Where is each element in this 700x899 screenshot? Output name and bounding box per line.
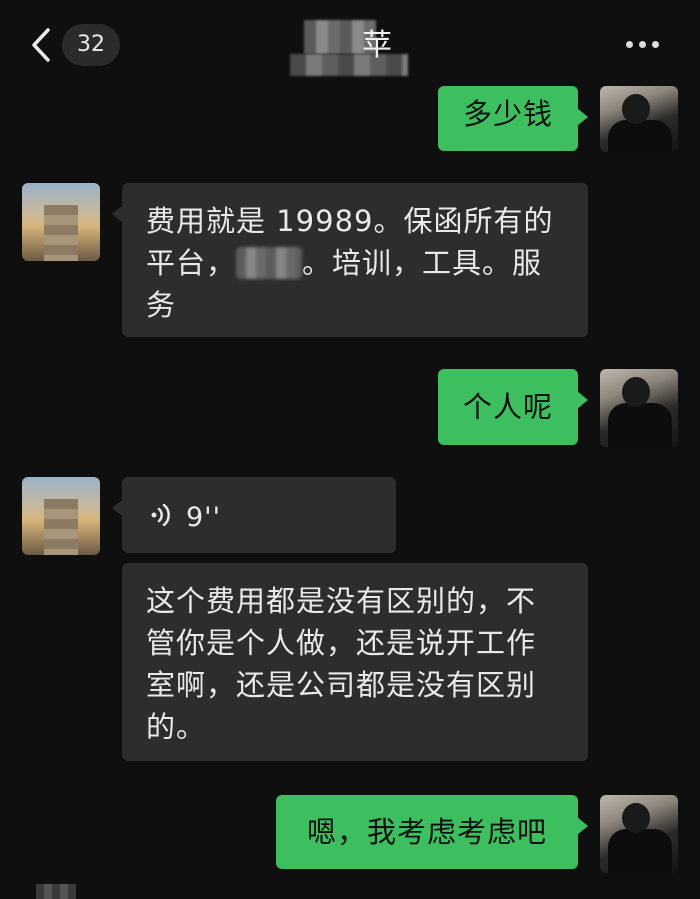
contact-avatar[interactable] [22,477,100,555]
chevron-left-icon [32,28,50,62]
message-text: 多少钱 [462,97,553,131]
my-avatar[interactable] [600,86,678,152]
voice-wave-icon [151,504,170,526]
chat-title-text: 苹 [362,28,392,63]
message-line: 的。 [146,710,207,744]
my-message-bubble[interactable]: 多少钱 [438,86,588,151]
contact-message-bubble[interactable]: 这个费用都是没有区别的，不 管你是个人做，还是说开工作 室啊，还是公司都是没有区… [122,563,588,761]
next-avatar-partial [36,884,76,899]
message-text: 嗯，我考虑考虑吧 [306,815,547,849]
contact-message-bubble[interactable]: 费用就是 19989。保函所有的 平台， 。培训，工具。服 务 [112,183,588,337]
message-line: 室啊，还是公司都是没有区别 [146,668,537,702]
back-button[interactable] [26,22,66,68]
redacted-blur [236,247,303,279]
my-avatar[interactable] [600,795,678,873]
contact-avatar[interactable] [22,183,100,261]
message-line: 务 [146,288,177,322]
chat-header: 32 苹 [0,0,700,86]
unread-count-badge[interactable]: 32 [62,24,120,66]
message-line: 费用就是 19989。保函所有的 [146,204,554,238]
chat-title: 苹 [290,14,410,76]
my-avatar[interactable] [600,369,678,447]
message-line: 这个费用都是没有区别的，不 [146,584,537,618]
message-line: 管你是个人做，还是说开工作 [146,626,537,660]
my-message-bubble[interactable]: 个人呢 [438,369,588,445]
voice-duration: 9'' [186,502,222,533]
message-text: 个人呢 [462,390,553,424]
my-message-bubble[interactable]: 嗯，我考虑考虑吧 [276,795,588,869]
more-dots-icon [626,41,633,48]
more-options-button[interactable] [626,33,670,53]
voice-message-bubble[interactable]: 9'' [112,477,396,553]
message-line: 平台， 。培训，工具。服 [146,246,543,280]
